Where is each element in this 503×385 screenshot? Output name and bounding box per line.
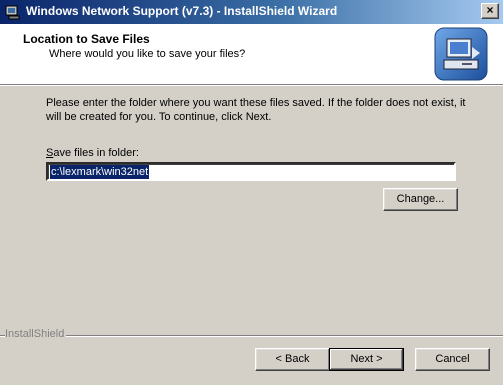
cancel-button[interactable]: Cancel bbox=[415, 348, 490, 371]
close-icon: × bbox=[486, 3, 494, 17]
installer-icon bbox=[5, 4, 21, 20]
next-button-label: Next > bbox=[350, 353, 383, 365]
page-title: Location to Save Files bbox=[23, 32, 150, 46]
next-button[interactable]: Next > bbox=[329, 348, 404, 371]
header-divider bbox=[0, 84, 503, 86]
back-button-label: < Back bbox=[275, 353, 310, 365]
intro-text: Please enter the folder where you want t… bbox=[46, 97, 466, 123]
footer-divider bbox=[0, 335, 503, 337]
window-title: Windows Network Support (v7.3) - Install… bbox=[26, 4, 338, 18]
title-bar[interactable]: Windows Network Support (v7.3) - Install… bbox=[0, 0, 503, 24]
close-button[interactable]: × bbox=[481, 3, 499, 19]
installshield-wizard-window: Windows Network Support (v7.3) - Install… bbox=[0, 0, 503, 385]
back-button[interactable]: < Back bbox=[255, 348, 330, 371]
change-button-label: Change... bbox=[396, 193, 445, 205]
cancel-button-label: Cancel bbox=[435, 353, 470, 365]
wizard-header: Location to Save Files Where would you l… bbox=[0, 24, 503, 84]
change-button[interactable]: Change... bbox=[383, 188, 458, 211]
save-folder-label: Save files in folder: bbox=[46, 147, 139, 159]
page-subtitle: Where would you like to save your files? bbox=[49, 48, 246, 60]
save-folder-value[interactable]: c:\lexmark\win32net bbox=[50, 165, 150, 179]
installshield-brand: InstallShield bbox=[5, 328, 67, 340]
save-folder-input[interactable]: c:\lexmark\win32net bbox=[46, 162, 456, 181]
computer-install-logo-icon bbox=[434, 27, 488, 81]
save-folder-label-rest: ave files in folder: bbox=[53, 147, 139, 159]
